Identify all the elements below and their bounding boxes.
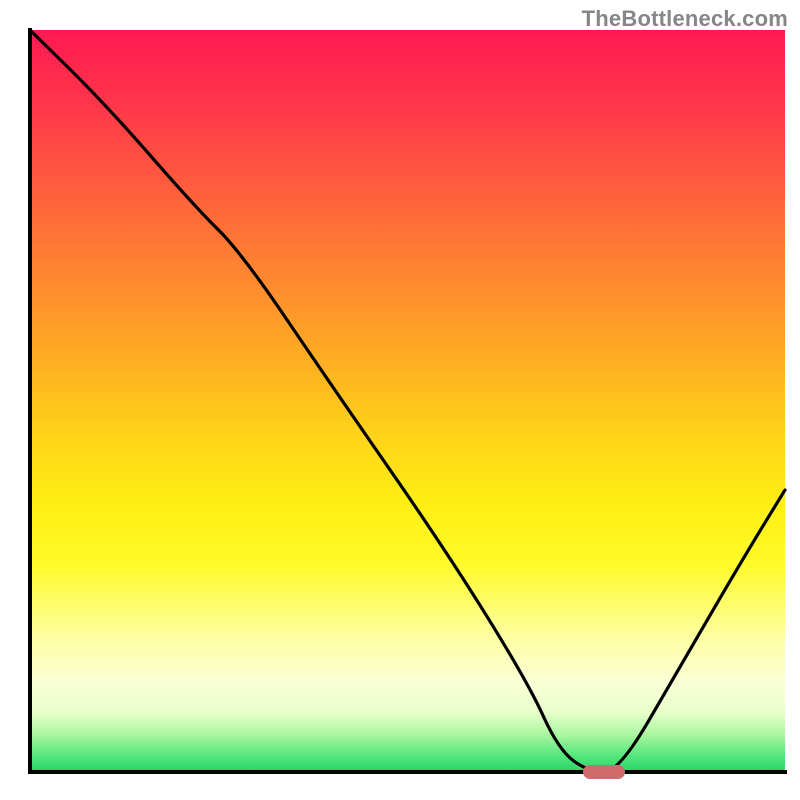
plot-gradient-background: [30, 30, 785, 772]
chart-stage: TheBottleneck.com: [0, 0, 800, 800]
optimum-marker: [583, 765, 625, 779]
watermark-text: TheBottleneck.com: [582, 6, 788, 32]
